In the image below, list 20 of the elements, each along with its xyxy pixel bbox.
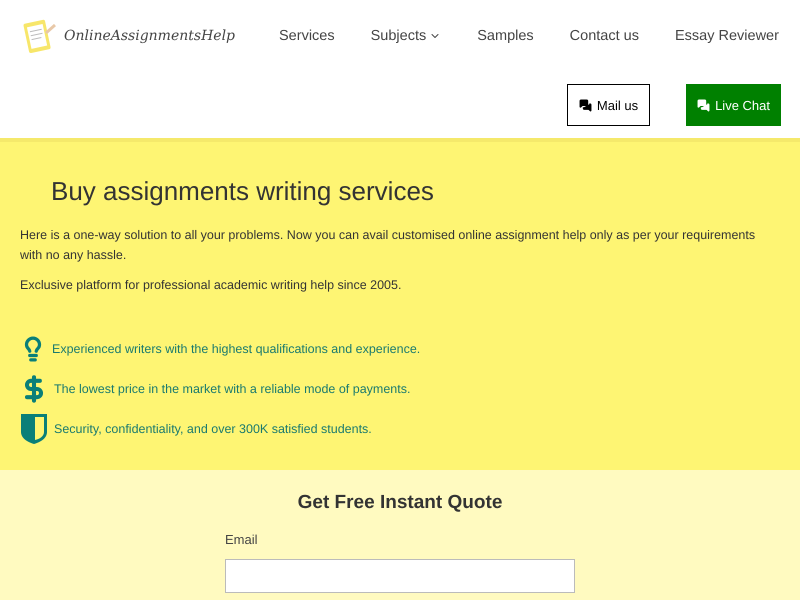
mail-button[interactable]: Mail us xyxy=(566,84,650,126)
hero-paragraph: Here is a one-way solution to all your problems. Now you can avail customised online assignment help only as per your requirements with no any hassle. xyxy=(20,227,756,264)
nav-link[interactable]: Contact us xyxy=(570,28,639,44)
feature-text: The lowest price in the market with a reliable mode of payments. xyxy=(54,382,410,396)
nav-link[interactable]: Services xyxy=(279,28,335,44)
hero-title: Buy assignments writing services xyxy=(51,176,435,207)
field-label: Email xyxy=(225,532,259,547)
nav-link[interactable]: Essay Reviewer xyxy=(675,28,779,44)
chat-icon xyxy=(578,98,592,112)
quote-title: Get Free Instant Quote xyxy=(298,492,502,514)
hero-paragraph: Exclusive platform for professional academic writing help since 2005. xyxy=(20,277,402,294)
shield-icon xyxy=(20,413,48,445)
live-chat-button[interactable]: Live Chat xyxy=(686,84,781,126)
logo-text[interactable]: OnlineAssignmentsHelp xyxy=(64,28,236,44)
email-field[interactable] xyxy=(225,559,575,593)
feature-text: Security, confidentiality, and over 300K satisfied students. xyxy=(54,422,372,436)
chat-icon xyxy=(697,98,710,112)
nav-link[interactable]: Subjects xyxy=(370,28,442,44)
feature-text: Experienced writers with the highest qualifications and experience. xyxy=(52,342,420,356)
nav-link[interactable]: Samples xyxy=(477,28,534,44)
